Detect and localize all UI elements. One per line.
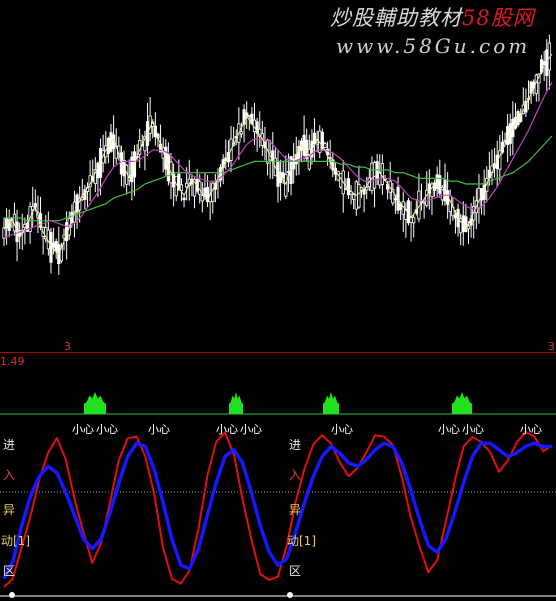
- side-label-left-3: 异: [3, 503, 16, 517]
- warning-label: 小心: [438, 423, 460, 436]
- warning-label: 小心: [520, 423, 542, 436]
- blue-oscillator-line: [2, 441, 552, 580]
- chart-screen: 炒股輔助教材58股网 www.58Gu.com 1.49 五十: 50.00 十…: [0, 0, 556, 601]
- side-label-right-5: 区: [289, 564, 302, 578]
- side-label-right-1: 进: [289, 438, 302, 452]
- warning-label: 小心: [462, 423, 484, 436]
- side-label-right-3: 异: [289, 503, 302, 517]
- side-label-left-4: 动[1]: [1, 534, 30, 548]
- warning-label: 小心: [96, 423, 118, 436]
- warning-label: 小心: [148, 423, 170, 436]
- warning-label: 小心: [240, 423, 262, 436]
- overbought-peak-marker: [229, 392, 243, 414]
- bottom-signal-dot: [9, 592, 15, 598]
- side-label-left-2: 入: [3, 468, 16, 482]
- warning-label: 小心: [216, 423, 238, 436]
- warning-label: 小心: [331, 423, 353, 436]
- side-label-left-5: 区: [3, 564, 16, 578]
- overbought-peak-marker: [323, 392, 339, 414]
- side-label-right-2: 入: [289, 468, 302, 482]
- oscillator-chart: [0, 392, 556, 598]
- overbought-peak-marker: [84, 392, 106, 414]
- warning-label: 小心: [72, 423, 94, 436]
- side-label-right-4: 动[1]: [287, 534, 316, 548]
- side-label-left-1: 进: [3, 438, 16, 452]
- bottom-signal-dot: [287, 592, 293, 598]
- overbought-peak-marker: [452, 392, 472, 414]
